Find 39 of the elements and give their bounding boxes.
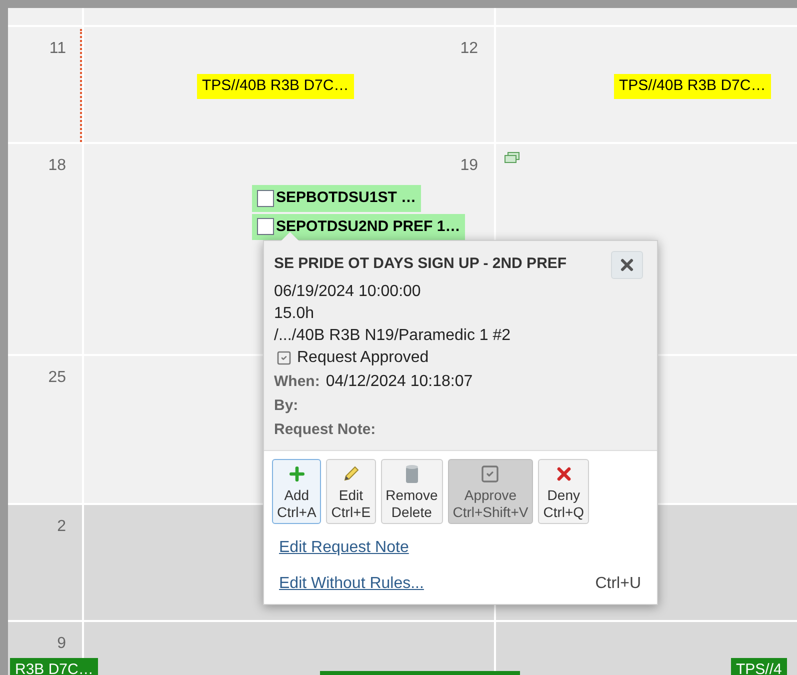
event-tag[interactable]: SEPBOTDSU1ST … <box>252 185 422 212</box>
action-button[interactable]: Deny Ctrl+Q <box>538 459 590 524</box>
link[interactable]: Edit Request Note <box>279 536 409 560</box>
event-detail: /.../40B R3B N19/Paramedic 1 #2 <box>274 326 512 345</box>
trash-icon <box>404 464 420 484</box>
shortcut-label: Ctrl+U <box>595 574 641 594</box>
popup-title: SE PRIDE OT DAYS SIGN UP - 2ND PREF <box>274 254 568 274</box>
close-icon <box>618 256 636 274</box>
event-tag[interactable]: SEPOTDSU2ND PREF 1… <box>252 214 466 240</box>
field-label: By: <box>274 396 298 416</box>
day-number: 25 <box>48 368 66 388</box>
event-tag[interactable]: TPS//4 <box>731 658 787 675</box>
close-button[interactable] <box>611 251 643 279</box>
action-button[interactable]: Approve Ctrl+Shift+V <box>448 459 534 524</box>
checkbox[interactable] <box>257 218 274 236</box>
check-icon <box>276 350 292 366</box>
day-number: 11 <box>49 39 66 59</box>
day-number: 12 <box>460 39 478 59</box>
event-tag[interactable]: R3B D7C… <box>10 658 98 675</box>
checkbox[interactable] <box>257 190 274 207</box>
field-value: 04/12/2024 10:18:07 <box>326 372 473 392</box>
field-label: When: <box>274 372 320 392</box>
day-number: 19 <box>460 156 478 176</box>
event-detail: 15.0h <box>274 304 316 323</box>
day-number: 9 <box>57 634 66 654</box>
event-tag[interactable]: TPS//40B R3B D7C… <box>614 74 771 98</box>
link[interactable]: Edit Without Rules... <box>279 572 424 596</box>
action-button[interactable]: Edit Ctrl+E <box>326 459 376 524</box>
notes-icon[interactable] <box>504 152 520 164</box>
day-number: 18 <box>48 156 66 176</box>
day-number: 2 <box>57 517 66 537</box>
event-tag[interactable]: TPS//40B R3B D7C… <box>197 74 354 98</box>
event-detail: 06/19/2024 10:00:00 <box>274 282 422 301</box>
plus-icon <box>286 464 307 484</box>
field-label: Request Note: <box>274 420 376 440</box>
status-text: Request Approved <box>297 348 429 368</box>
action-button[interactable]: Add Ctrl+A <box>272 459 322 524</box>
check-icon <box>480 464 500 484</box>
action-button[interactable]: Remove Delete <box>380 459 443 524</box>
